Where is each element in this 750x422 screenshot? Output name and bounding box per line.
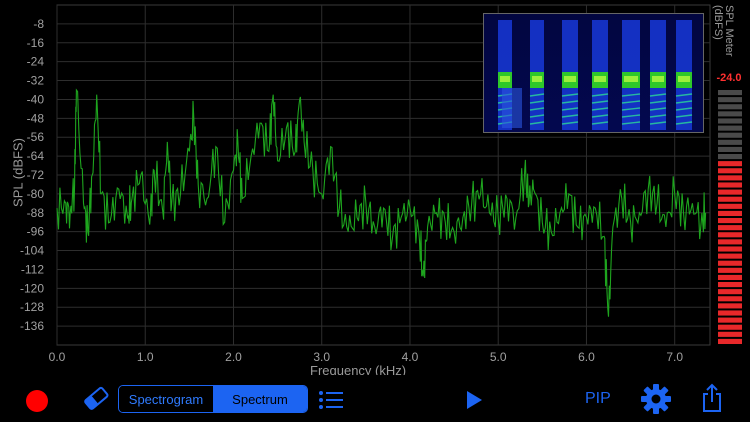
y-tick-label: -40 xyxy=(27,92,45,106)
spectrogram-pip-view[interactable] xyxy=(483,13,704,133)
meter-segment xyxy=(718,175,742,181)
meter-segment xyxy=(718,154,742,160)
y-tick-label: -80 xyxy=(27,187,45,201)
spectrogram-formant-peak xyxy=(532,76,542,82)
gear-icon xyxy=(641,384,671,414)
y-tick-label: -64 xyxy=(27,149,45,163)
meter-segment xyxy=(718,282,742,288)
spectrogram-noise xyxy=(502,88,522,128)
list-button[interactable] xyxy=(318,389,344,411)
meter-segment xyxy=(718,182,742,188)
x-tick-label: 1.0 xyxy=(137,350,154,364)
y-tick-label: -56 xyxy=(27,130,45,144)
play-icon xyxy=(467,391,482,409)
meter-segment xyxy=(718,253,742,259)
eraser-button[interactable] xyxy=(82,385,110,411)
spectrogram-formant-peak xyxy=(594,76,606,82)
segment-spectrum[interactable]: Spectrum xyxy=(213,386,307,412)
y-tick-label: -96 xyxy=(27,225,45,239)
meter-segment xyxy=(718,303,742,309)
meter-segment xyxy=(718,310,742,316)
x-tick-label: 5.0 xyxy=(490,350,507,364)
y-tick-label: -136 xyxy=(20,319,44,333)
meter-segment xyxy=(718,331,742,337)
y-tick-label: -112 xyxy=(21,262,44,276)
x-tick-label: 4.0 xyxy=(402,350,419,364)
spl-meter-value: -24.0 xyxy=(716,72,742,84)
segment-spectrogram[interactable]: Spectrogram xyxy=(119,386,213,412)
meter-segment xyxy=(718,246,742,252)
spectrogram-formant-peak xyxy=(624,76,638,82)
meter-segment xyxy=(718,139,742,145)
meter-segment xyxy=(718,118,742,124)
x-tick-label: 0.0 xyxy=(49,350,66,364)
meter-segment xyxy=(718,218,742,224)
x-tick-label: 7.0 xyxy=(666,350,683,364)
y-tick-label: -88 xyxy=(27,206,45,220)
x-tick-label: 3.0 xyxy=(313,350,330,364)
meter-segment xyxy=(718,296,742,302)
meter-segment xyxy=(718,338,742,344)
meter-segment xyxy=(718,90,742,96)
y-tick-label: -104 xyxy=(20,244,44,258)
meter-segment xyxy=(718,225,742,231)
meter-segment xyxy=(718,317,742,323)
meter-segment xyxy=(718,289,742,295)
meter-segment xyxy=(718,267,742,273)
y-tick-label: -24 xyxy=(27,55,45,69)
record-button[interactable] xyxy=(26,390,48,412)
spectrogram-formant-peak xyxy=(678,76,690,82)
play-button[interactable] xyxy=(462,388,486,412)
meter-segment xyxy=(718,203,742,209)
meter-segment xyxy=(718,239,742,245)
spectrogram-formant-peak xyxy=(652,76,664,82)
eraser-icon xyxy=(84,386,109,410)
pip-button[interactable]: PIP xyxy=(585,390,611,408)
meter-segment xyxy=(718,189,742,195)
y-tick-label: -32 xyxy=(27,74,45,88)
spectrogram-image xyxy=(484,14,703,132)
meter-segment xyxy=(718,161,742,167)
y-tick-label: -120 xyxy=(20,281,44,295)
meter-segment xyxy=(718,97,742,103)
y-tick-label: -48 xyxy=(27,111,45,125)
meter-segment xyxy=(718,125,742,131)
y-tick-label: -72 xyxy=(27,168,45,182)
bottom-toolbar: Spectrogram Spectrum PIP xyxy=(0,375,750,422)
meter-segment xyxy=(718,232,742,238)
meter-segment xyxy=(718,260,742,266)
spectrogram-formant-peak xyxy=(564,76,576,82)
meter-segment xyxy=(718,168,742,174)
y-tick-label: -8 xyxy=(33,17,44,31)
meter-segment xyxy=(718,196,742,202)
y-tick-label: -128 xyxy=(20,300,44,314)
meter-segment xyxy=(718,132,742,138)
spl-meter-bar xyxy=(718,90,742,344)
meter-segment xyxy=(718,274,742,280)
meter-segment xyxy=(718,146,742,152)
view-mode-segmented-control[interactable]: Spectrogram Spectrum xyxy=(118,385,308,413)
spectrogram-formant-peak xyxy=(500,76,510,82)
meter-segment xyxy=(718,210,742,216)
share-icon xyxy=(703,383,721,412)
spl-meter-title: SPL Meter (dBFS) xyxy=(712,5,735,57)
y-tick-label: -16 xyxy=(27,36,45,50)
settings-button[interactable] xyxy=(640,383,672,415)
x-tick-label: 6.0 xyxy=(578,350,595,364)
y-axis-label: SPL (dBFS) xyxy=(10,138,26,207)
meter-segment xyxy=(718,104,742,110)
share-button[interactable] xyxy=(700,383,724,413)
x-tick-label: 2.0 xyxy=(225,350,242,364)
meter-segment xyxy=(718,324,742,330)
meter-segment xyxy=(718,111,742,117)
list-icon xyxy=(319,391,343,409)
